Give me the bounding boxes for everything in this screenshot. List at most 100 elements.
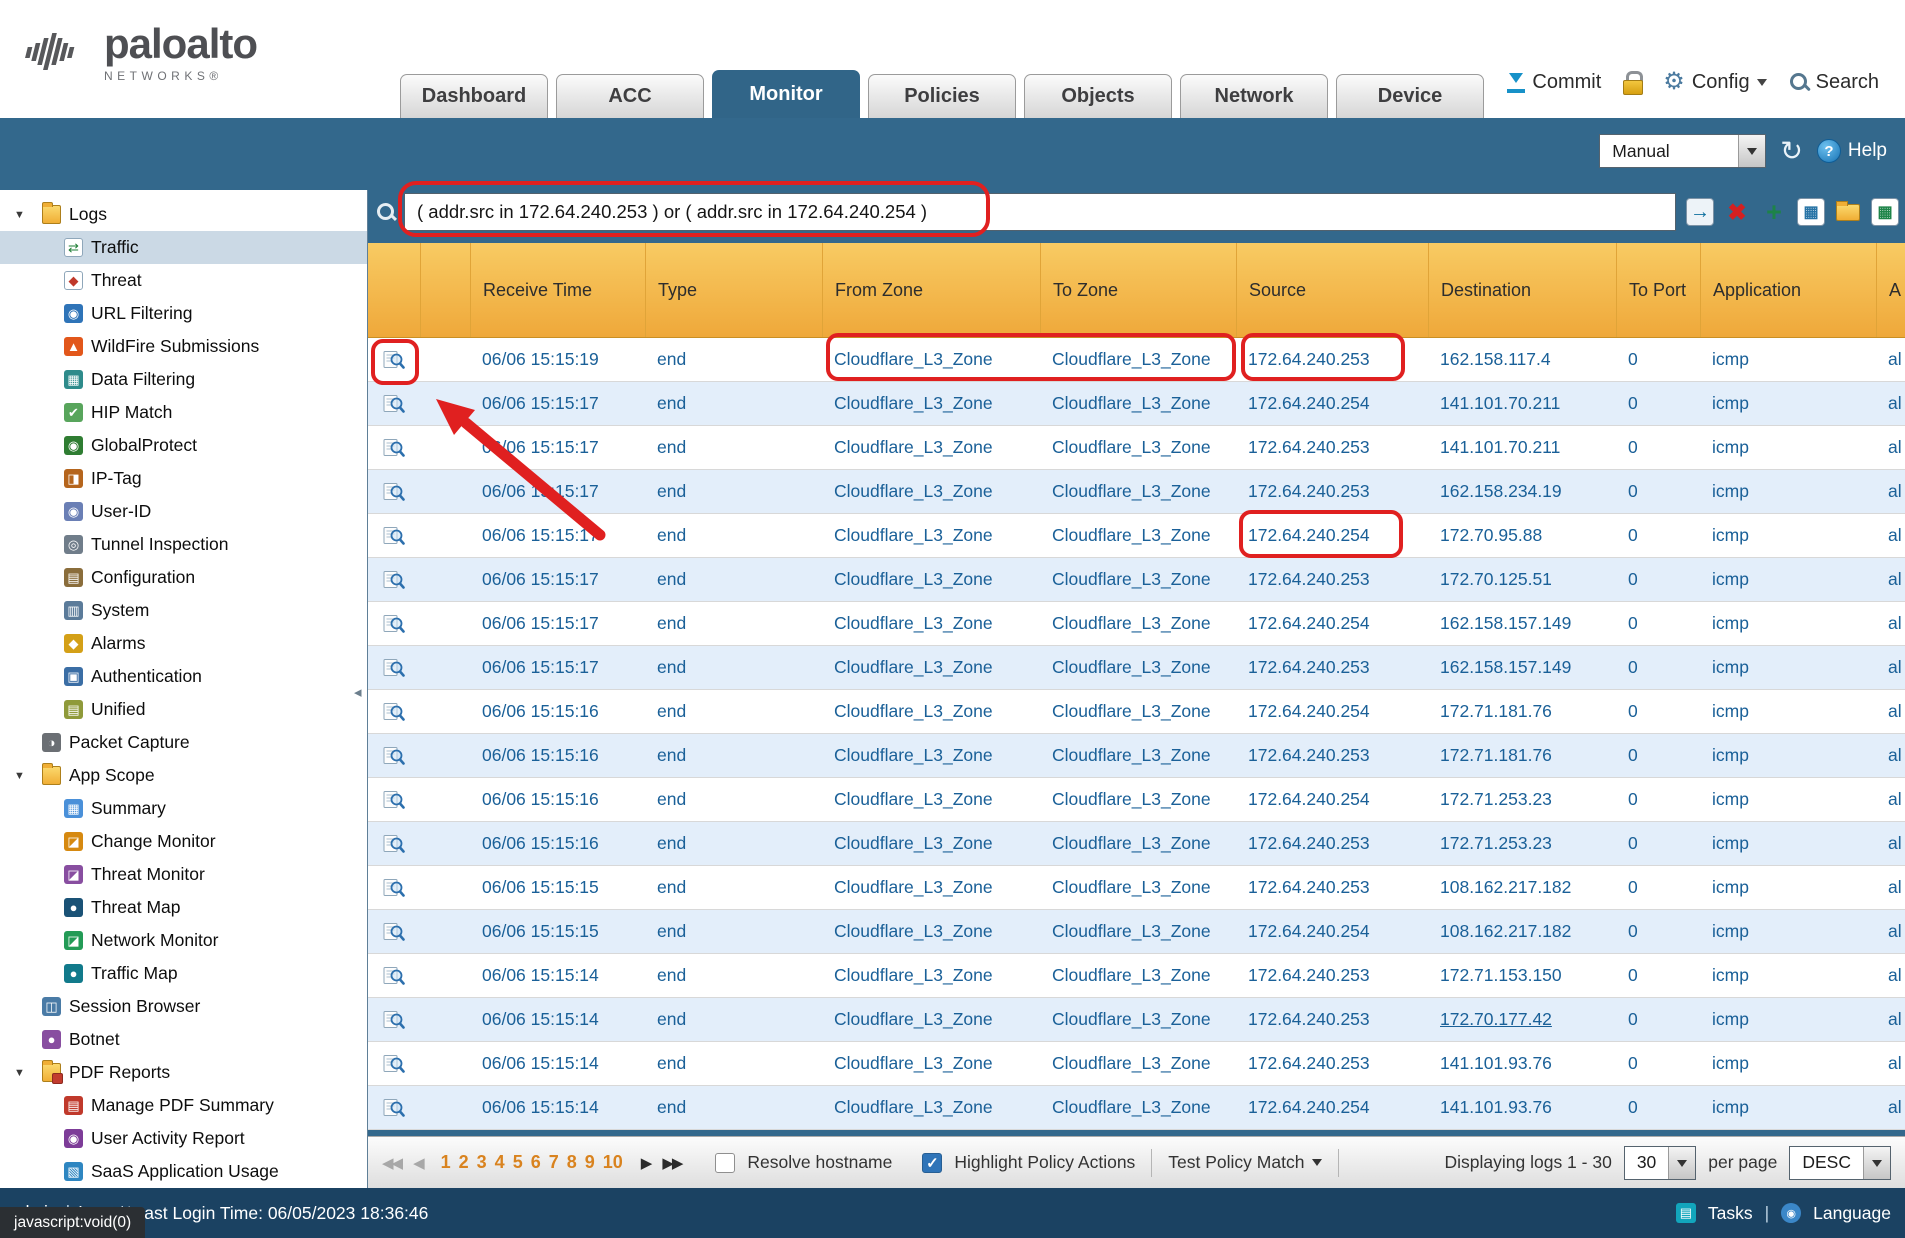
lock-icon[interactable] (1623, 71, 1641, 93)
cell-source[interactable]: 172.64.240.253 (1236, 734, 1428, 777)
tab-network[interactable]: Network (1180, 74, 1328, 118)
cell-action[interactable]: al (1876, 822, 1905, 865)
log-detail-magnifier-icon[interactable] (368, 558, 420, 601)
cell-action[interactable]: al (1876, 910, 1905, 953)
cell-application[interactable]: icmp (1700, 514, 1876, 557)
cell-to-port[interactable]: 0 (1616, 734, 1700, 777)
log-detail-magnifier-icon[interactable] (368, 470, 420, 513)
cell-to-port[interactable]: 0 (1616, 1042, 1700, 1085)
language-link[interactable]: Language (1813, 1203, 1891, 1224)
cell-action[interactable]: al (1876, 558, 1905, 601)
sort-order-select[interactable]: DESC (1789, 1146, 1891, 1180)
cell-to-zone[interactable]: Cloudflare_L3_Zone (1040, 382, 1236, 425)
cell-source[interactable]: 172.64.240.254 (1236, 690, 1428, 733)
load-filter-button[interactable] (1834, 198, 1862, 226)
cell-destination[interactable]: 141.101.70.211 (1428, 382, 1616, 425)
tab-monitor[interactable]: Monitor (712, 70, 860, 118)
column-header-to-zone[interactable]: To Zone (1040, 243, 1236, 337)
sidebar-item-wildfire-submissions[interactable]: ▲WildFire Submissions (0, 330, 367, 363)
sidebar-item-ip-tag[interactable]: ◨IP-Tag (0, 462, 367, 495)
clear-filter-button[interactable]: ✖ (1723, 198, 1751, 226)
cell-destination[interactable]: 141.101.93.76 (1428, 1086, 1616, 1129)
config-menu[interactable]: ⚙ Config (1663, 70, 1766, 94)
select-dropdown-button[interactable] (1863, 1147, 1890, 1179)
cell-application[interactable]: icmp (1700, 426, 1876, 469)
sidebar-item-user-id[interactable]: ◉User-ID (0, 495, 367, 528)
cell-application[interactable]: icmp (1700, 1042, 1876, 1085)
cell-receive-time[interactable]: 06/06 15:15:17 (470, 646, 645, 689)
cell-to-zone[interactable]: Cloudflare_L3_Zone (1040, 602, 1236, 645)
cell-receive-time[interactable]: 06/06 15:15:15 (470, 866, 645, 909)
cell-from-zone[interactable]: Cloudflare_L3_Zone (822, 646, 1040, 689)
sidebar-item-network-monitor[interactable]: ◪Network Monitor (0, 924, 367, 957)
cell-action[interactable]: al (1876, 426, 1905, 469)
cell-type[interactable]: end (645, 1086, 822, 1129)
cell-to-port[interactable]: 0 (1616, 866, 1700, 909)
cell-to-zone[interactable]: Cloudflare_L3_Zone (1040, 734, 1236, 777)
cell-destination[interactable]: 172.70.177.42 (1428, 998, 1616, 1041)
previous-page-button[interactable]: ◀ (413, 1154, 423, 1172)
refresh-mode-select[interactable]: Manual (1599, 134, 1766, 168)
cell-receive-time[interactable]: 06/06 15:15:17 (470, 470, 645, 513)
cell-action[interactable]: al (1876, 998, 1905, 1041)
expand-collapse-icon[interactable]: ▼ (14, 770, 34, 782)
cell-to-zone[interactable]: Cloudflare_L3_Zone (1040, 338, 1236, 381)
test-policy-match-button[interactable]: Test Policy Match (1168, 1152, 1322, 1173)
page-number-10[interactable]: 10 (603, 1152, 623, 1173)
select-dropdown-button[interactable] (1738, 135, 1765, 167)
log-detail-magnifier-icon[interactable] (368, 426, 420, 469)
cell-application[interactable]: icmp (1700, 910, 1876, 953)
cell-receive-time[interactable]: 06/06 15:15:14 (470, 1042, 645, 1085)
cell-action[interactable]: al (1876, 690, 1905, 733)
cell-from-zone[interactable]: Cloudflare_L3_Zone (822, 734, 1040, 777)
cell-to-port[interactable]: 0 (1616, 514, 1700, 557)
log-detail-magnifier-icon[interactable] (368, 822, 420, 865)
filter-query-input[interactable]: ( addr.src in 172.64.240.253 ) or ( addr… (404, 193, 1676, 231)
sidebar-collapse-handle[interactable]: ◂ (354, 683, 362, 701)
cell-receive-time[interactable]: 06/06 15:15:14 (470, 998, 645, 1041)
cell-application[interactable]: icmp (1700, 558, 1876, 601)
cell-receive-time[interactable]: 06/06 15:15:16 (470, 778, 645, 821)
next-page-button[interactable]: ▶ (641, 1154, 651, 1172)
cell-destination[interactable]: 108.162.217.182 (1428, 866, 1616, 909)
cell-source[interactable]: 172.64.240.253 (1236, 998, 1428, 1041)
cell-from-zone[interactable]: Cloudflare_L3_Zone (822, 1086, 1040, 1129)
cell-type[interactable]: end (645, 558, 822, 601)
log-detail-magnifier-icon[interactable] (368, 954, 420, 997)
cell-action[interactable]: al (1876, 954, 1905, 997)
sidebar-item-app-scope[interactable]: ▼App Scope (0, 759, 367, 792)
cell-source[interactable]: 172.64.240.254 (1236, 514, 1428, 557)
cell-destination[interactable]: 141.101.93.76 (1428, 1042, 1616, 1085)
log-detail-magnifier-icon[interactable] (368, 1042, 420, 1085)
log-detail-magnifier-icon[interactable] (368, 778, 420, 821)
first-page-button[interactable]: ◀◀ (382, 1154, 401, 1172)
search-button[interactable]: Search (1789, 71, 1879, 94)
cell-source[interactable]: 172.64.240.253 (1236, 866, 1428, 909)
help-button[interactable]: ? Help (1817, 139, 1887, 163)
cell-destination[interactable]: 162.158.117.4 (1428, 338, 1616, 381)
cell-to-port[interactable]: 0 (1616, 646, 1700, 689)
cell-type[interactable]: end (645, 602, 822, 645)
cell-to-port[interactable]: 0 (1616, 998, 1700, 1041)
column-header-to-port[interactable]: To Port (1616, 243, 1700, 337)
cell-to-port[interactable]: 0 (1616, 822, 1700, 865)
sidebar-item-authentication[interactable]: ▣Authentication (0, 660, 367, 693)
cell-type[interactable]: end (645, 822, 822, 865)
cell-type[interactable]: end (645, 426, 822, 469)
cell-to-port[interactable]: 0 (1616, 602, 1700, 645)
cell-to-zone[interactable]: Cloudflare_L3_Zone (1040, 646, 1236, 689)
cell-receive-time[interactable]: 06/06 15:15:17 (470, 558, 645, 601)
column-header-type[interactable]: Type (645, 243, 822, 337)
cell-receive-time[interactable]: 06/06 15:15:17 (470, 514, 645, 557)
cell-source[interactable]: 172.64.240.253 (1236, 1042, 1428, 1085)
cell-from-zone[interactable]: Cloudflare_L3_Zone (822, 690, 1040, 733)
tab-policies[interactable]: Policies (868, 74, 1016, 118)
cell-to-port[interactable]: 0 (1616, 470, 1700, 513)
sidebar-item-data-filtering[interactable]: ▦Data Filtering (0, 363, 367, 396)
log-detail-magnifier-icon[interactable] (368, 1086, 420, 1129)
cell-application[interactable]: icmp (1700, 866, 1876, 909)
export-logs-button[interactable]: ▦ (1871, 198, 1899, 226)
log-detail-magnifier-icon[interactable] (368, 338, 420, 381)
cell-to-zone[interactable]: Cloudflare_L3_Zone (1040, 426, 1236, 469)
cell-to-port[interactable]: 0 (1616, 426, 1700, 469)
